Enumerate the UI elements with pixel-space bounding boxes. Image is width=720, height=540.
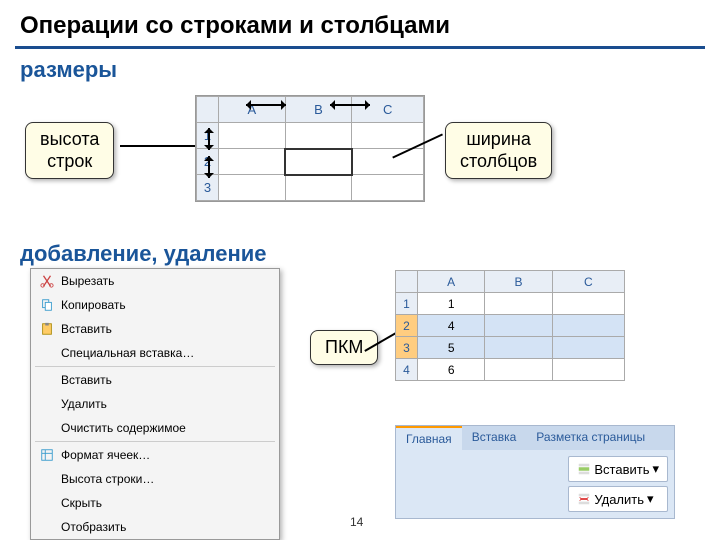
ctx-format[interactable]: Формат ячеек…	[31, 443, 279, 467]
connector-left	[120, 145, 195, 147]
page-title: Операции со строками и столбцами	[0, 0, 720, 46]
divider	[15, 46, 705, 49]
tab-insert[interactable]: Вставка	[462, 426, 527, 450]
insert-row-icon	[577, 462, 591, 476]
selected-row[interactable]: 24	[396, 315, 625, 337]
ctx-cut[interactable]: Вырезать	[31, 269, 279, 293]
section-sizes: размеры	[0, 57, 720, 91]
callout-row-height: высота строк	[25, 122, 114, 179]
col-header-c[interactable]: C	[352, 97, 424, 123]
ctx-paste[interactable]: Вставить	[31, 317, 279, 341]
ctx-row-height[interactable]: Высота строки…	[31, 467, 279, 491]
page-number: 14	[350, 515, 363, 529]
tab-home[interactable]: Главная	[396, 426, 462, 450]
ctx-clear[interactable]: Очистить содержимое	[31, 416, 279, 440]
col-header-b[interactable]: B	[285, 97, 352, 123]
grid-row-select-demo: ABC 11 24 35 46	[395, 270, 625, 381]
selected-cell[interactable]	[285, 149, 352, 175]
ctx-delete[interactable]: Удалить	[31, 392, 279, 416]
grid-size-demo: ABC 1 2 3	[195, 95, 425, 202]
arrow-col-width-a	[246, 104, 286, 106]
context-menu: Вырезать Копировать Вставить Специальная…	[30, 268, 280, 540]
ribbon-insert-button[interactable]: Вставить ▾	[568, 456, 668, 482]
ctx-insert[interactable]: Вставить	[31, 368, 279, 392]
delete-row-icon	[577, 492, 591, 506]
ctx-copy[interactable]: Копировать	[31, 293, 279, 317]
paste-icon	[37, 320, 57, 338]
arrow-row-height-2	[208, 156, 210, 178]
ribbon: Главная Вставка Разметка страницы Встави…	[395, 425, 675, 519]
tab-layout[interactable]: Разметка страницы	[526, 426, 655, 450]
format-icon	[37, 446, 57, 464]
arrow-row-height-1	[208, 128, 210, 150]
ctx-show[interactable]: Отобразить	[31, 515, 279, 539]
ribbon-delete-button[interactable]: Удалить ▾	[568, 486, 668, 512]
arrow-col-width-b	[330, 104, 370, 106]
ctx-paste-special[interactable]: Специальная вставка…	[31, 341, 279, 365]
copy-icon	[37, 296, 57, 314]
callout-col-width: ширина столбцов	[445, 122, 552, 179]
scissors-icon	[37, 272, 57, 290]
col-header-a[interactable]: A	[219, 97, 286, 123]
ctx-hide[interactable]: Скрыть	[31, 491, 279, 515]
